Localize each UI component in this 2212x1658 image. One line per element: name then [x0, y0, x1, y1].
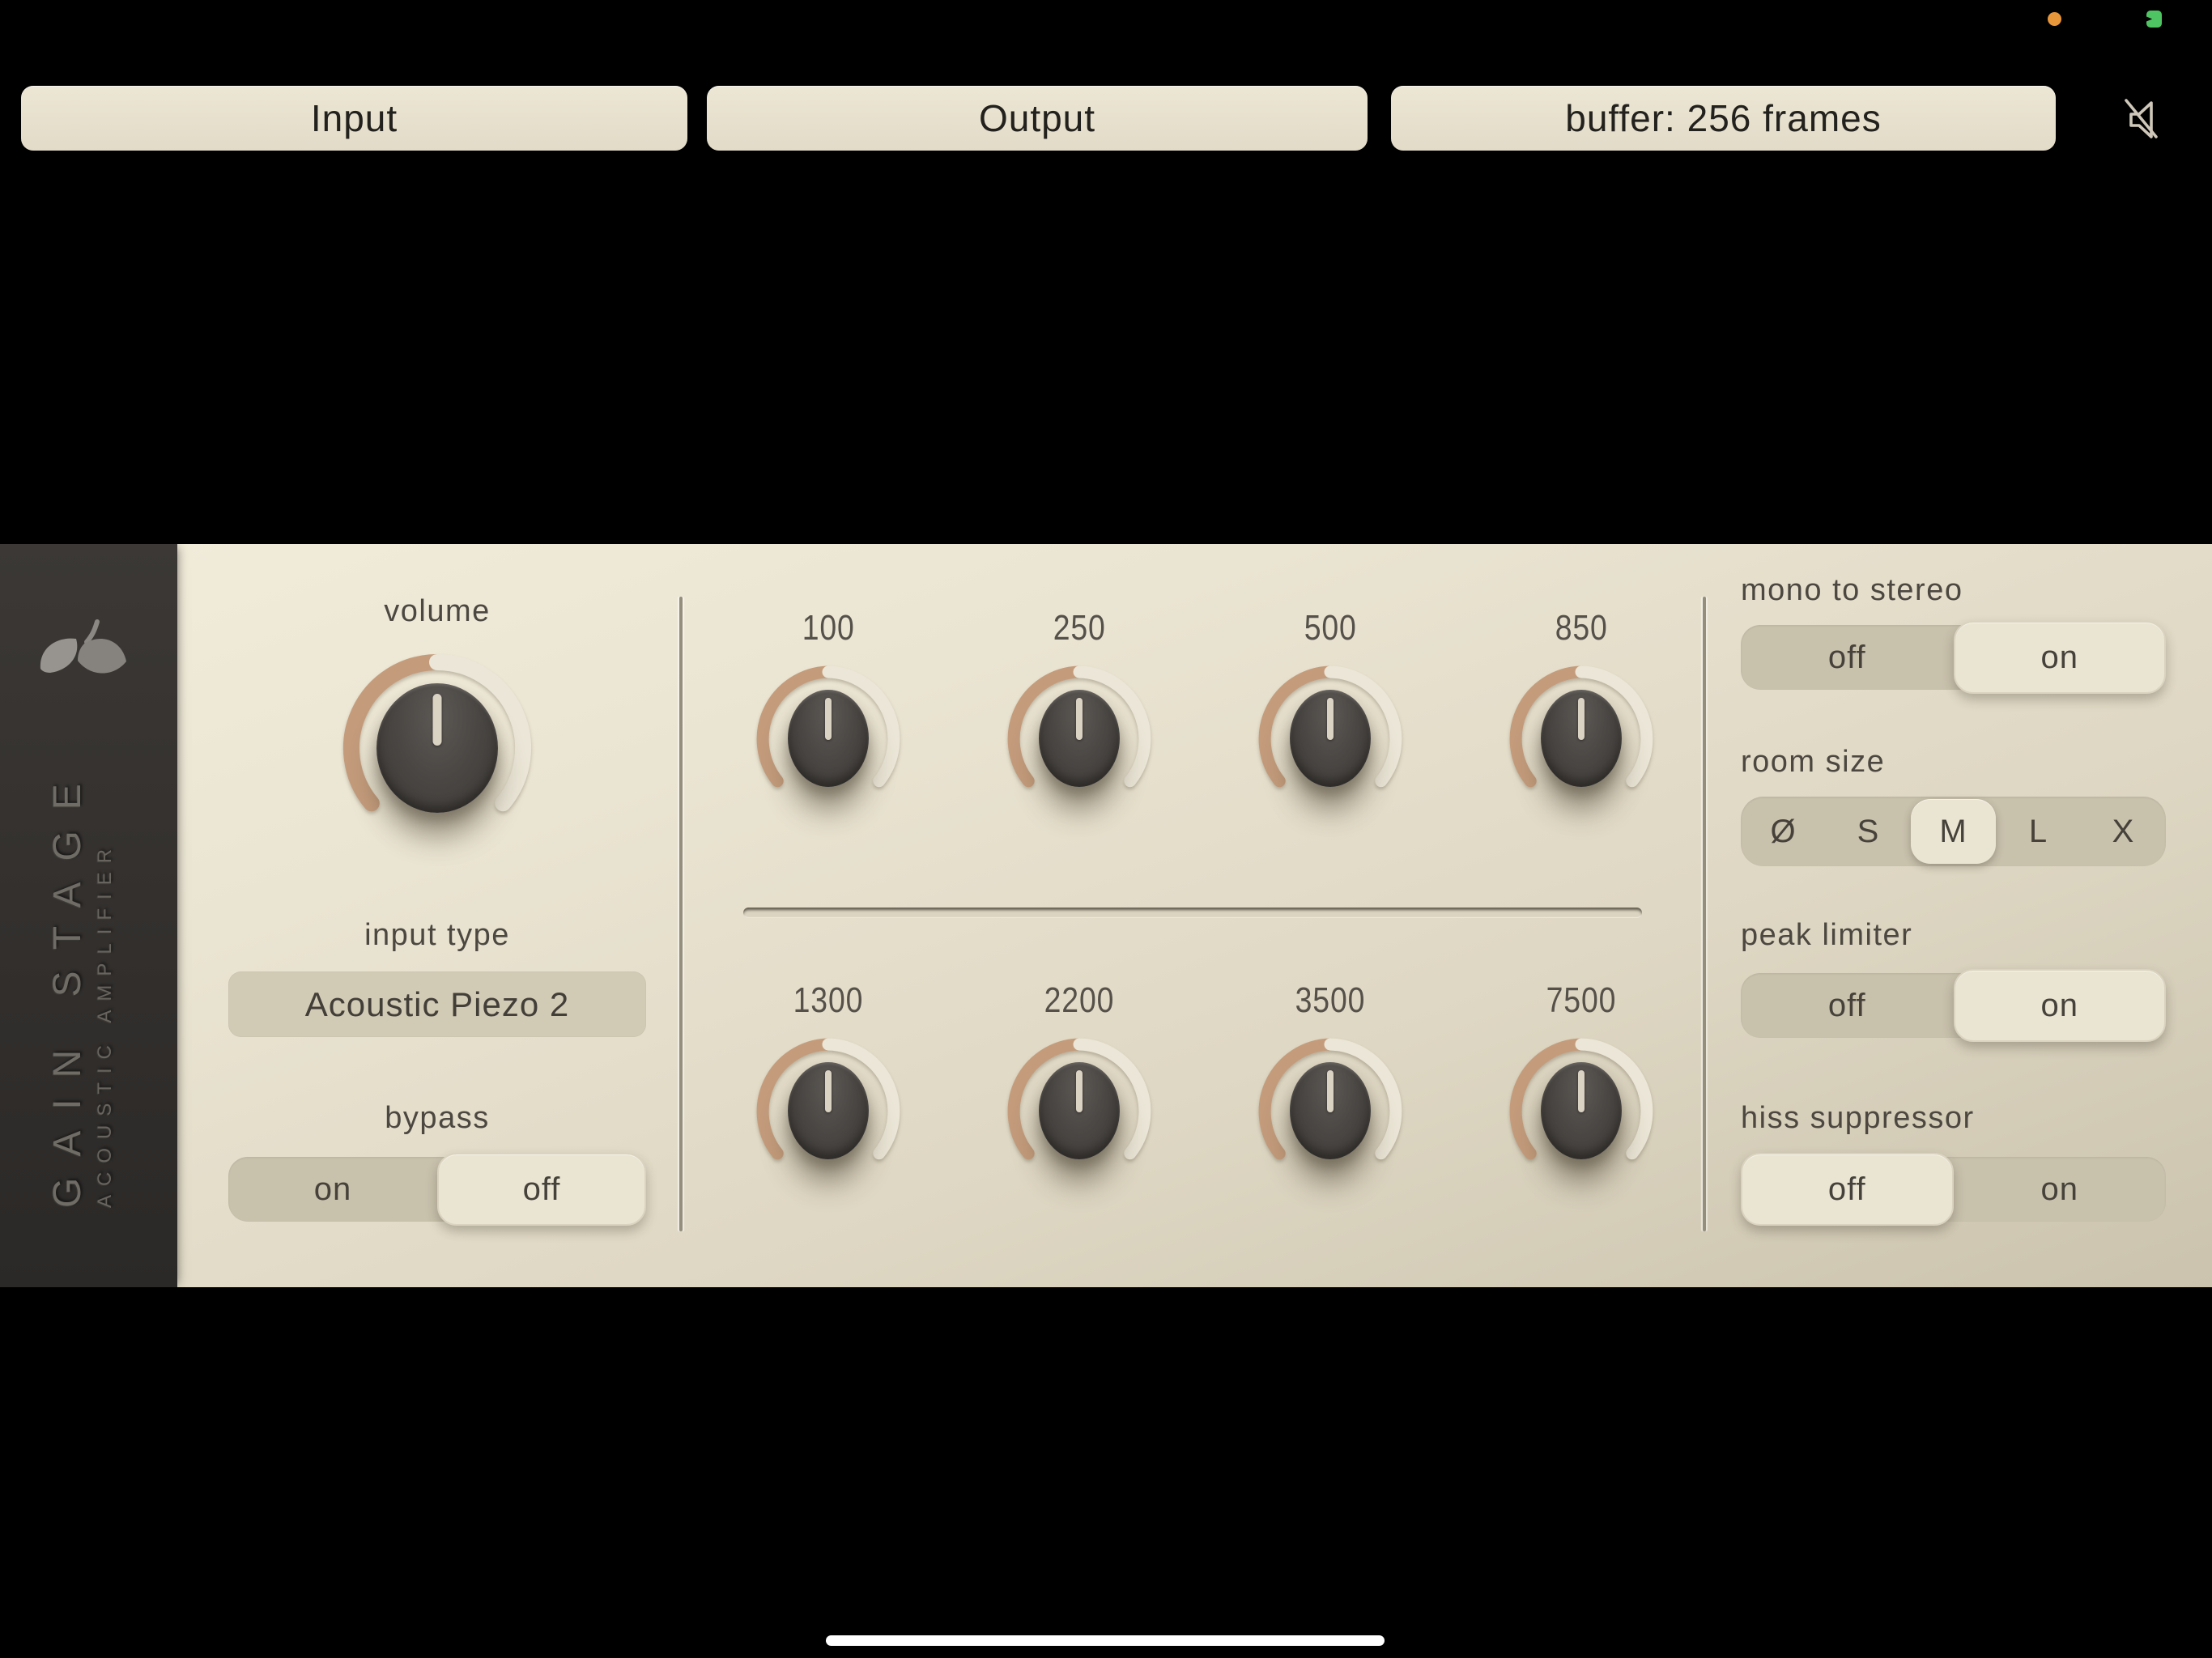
eq-band-knob[interactable] — [998, 649, 1160, 827]
mono-on-option[interactable]: on — [1954, 625, 2167, 690]
room-size-null-option[interactable]: Ø — [1741, 797, 1826, 866]
eq-band: 2200 — [954, 981, 1205, 1208]
peak-limiter-label: peak limiter — [1741, 918, 1913, 952]
knob-body[interactable] — [376, 683, 498, 813]
knob-body[interactable] — [1541, 1062, 1622, 1159]
eq-top-row: 100 250 500 850 — [703, 609, 1707, 835]
eq-bottom-row: 1300 2200 3500 7500 — [703, 981, 1707, 1208]
mute-button[interactable] — [2108, 86, 2173, 151]
brand-subtitle: ACOUSTIC AMPLIFIER — [94, 840, 116, 1208]
knob-body[interactable] — [788, 1062, 869, 1159]
battery-charging-icon — [2146, 11, 2162, 28]
eq-band-knob[interactable] — [1249, 1022, 1411, 1200]
eq-band: 1300 — [703, 981, 954, 1208]
eq-band: 250 — [954, 609, 1205, 835]
mono-off-option[interactable]: off — [1741, 625, 1954, 690]
mono-to-stereo-label: mono to stereo — [1741, 573, 1963, 607]
leaf-logo-icon — [40, 619, 126, 674]
brand-title: GAIN STAGE — [46, 763, 89, 1208]
eq-band: 100 — [703, 609, 954, 835]
bypass-on-option[interactable]: on — [228, 1157, 437, 1222]
room-size-x-option[interactable]: X — [2081, 797, 2166, 866]
knob-body[interactable] — [1290, 690, 1371, 787]
room-size-label: room size — [1741, 745, 1886, 779]
eq-band-frequency-label: 3500 — [1295, 980, 1366, 1020]
peak-limiter-on-option[interactable]: on — [1954, 973, 2167, 1038]
knob-body[interactable] — [1290, 1062, 1371, 1159]
knob-pointer — [825, 698, 832, 740]
knob-pointer — [1076, 698, 1083, 740]
knob-pointer — [1327, 698, 1334, 740]
eq-band-frequency-label: 850 — [1555, 608, 1608, 648]
room-size-s-option[interactable]: S — [1826, 797, 1911, 866]
room-size-m-option[interactable]: M — [1911, 797, 1996, 866]
knob-pointer — [1327, 1070, 1334, 1112]
knob-body[interactable] — [1039, 1062, 1120, 1159]
output-button[interactable]: Output — [707, 86, 1368, 151]
bypass-label: bypass — [385, 1101, 490, 1135]
knob-pointer — [825, 1070, 832, 1112]
eq-band-frequency-label: 2200 — [1044, 980, 1115, 1020]
eq-band: 3500 — [1205, 981, 1456, 1208]
hiss-suppressor-label: hiss suppressor — [1741, 1101, 1975, 1135]
eq-band-knob[interactable] — [747, 1022, 909, 1200]
eq-band-knob[interactable] — [1500, 1022, 1662, 1200]
peak-limiter-toggle[interactable]: off on — [1741, 969, 2167, 1042]
knob-pointer — [1076, 1070, 1083, 1112]
eq-band-knob[interactable] — [747, 649, 909, 827]
eq-band-frequency-label: 250 — [1053, 608, 1106, 648]
eq-row-divider — [743, 908, 1642, 918]
eq-band: 850 — [1456, 609, 1707, 835]
knob-body[interactable] — [1541, 690, 1622, 787]
eq-band-frequency-label: 100 — [802, 608, 855, 648]
home-indicator[interactable] — [826, 1635, 1385, 1646]
eq-band: 7500 — [1456, 981, 1707, 1208]
eq-band-knob[interactable] — [1249, 649, 1411, 827]
eq-band-knob[interactable] — [998, 1022, 1160, 1200]
knob-pointer — [432, 694, 442, 746]
brand-sidebar: GAIN STAGE ACOUSTIC AMPLIFIER — [0, 544, 177, 1287]
knob-pointer — [1578, 698, 1585, 740]
mic-active-indicator — [2048, 12, 2061, 26]
knob-pointer — [1578, 1070, 1585, 1112]
room-size-segmented[interactable]: Ø S M L X — [1741, 797, 2166, 866]
volume-knob[interactable] — [332, 633, 542, 863]
section-separator — [679, 597, 683, 1231]
eq-band: 500 — [1205, 609, 1456, 835]
hiss-suppressor-toggle[interactable]: off on — [1741, 1153, 2167, 1226]
eq-band-frequency-label: 500 — [1304, 608, 1357, 648]
knob-body[interactable] — [788, 690, 869, 787]
hiss-suppressor-on-option[interactable]: on — [1954, 1157, 2167, 1222]
input-type-label: input type — [364, 918, 510, 952]
hiss-suppressor-off-option[interactable]: off — [1741, 1157, 1954, 1222]
peak-limiter-off-option[interactable]: off — [1741, 973, 1954, 1038]
eq-band-frequency-label: 1300 — [793, 980, 864, 1020]
bypass-off-option[interactable]: off — [437, 1157, 646, 1222]
speaker-slash-icon — [2125, 99, 2158, 138]
mono-to-stereo-toggle[interactable]: off on — [1741, 621, 2167, 694]
plugin-panel: GAIN STAGE ACOUSTIC AMPLIFIER volume inp… — [0, 544, 2212, 1287]
input-button[interactable]: Input — [21, 86, 687, 151]
buffer-button[interactable]: buffer: 256 frames — [1391, 86, 2056, 151]
volume-label: volume — [384, 594, 491, 628]
input-type-select[interactable]: Acoustic Piezo 2 — [228, 971, 646, 1037]
room-size-l-option[interactable]: L — [1996, 797, 2081, 866]
knob-body[interactable] — [1039, 690, 1120, 787]
eq-band-knob[interactable] — [1500, 649, 1662, 827]
bypass-toggle[interactable]: on off — [228, 1153, 646, 1226]
eq-band-frequency-label: 7500 — [1546, 980, 1617, 1020]
